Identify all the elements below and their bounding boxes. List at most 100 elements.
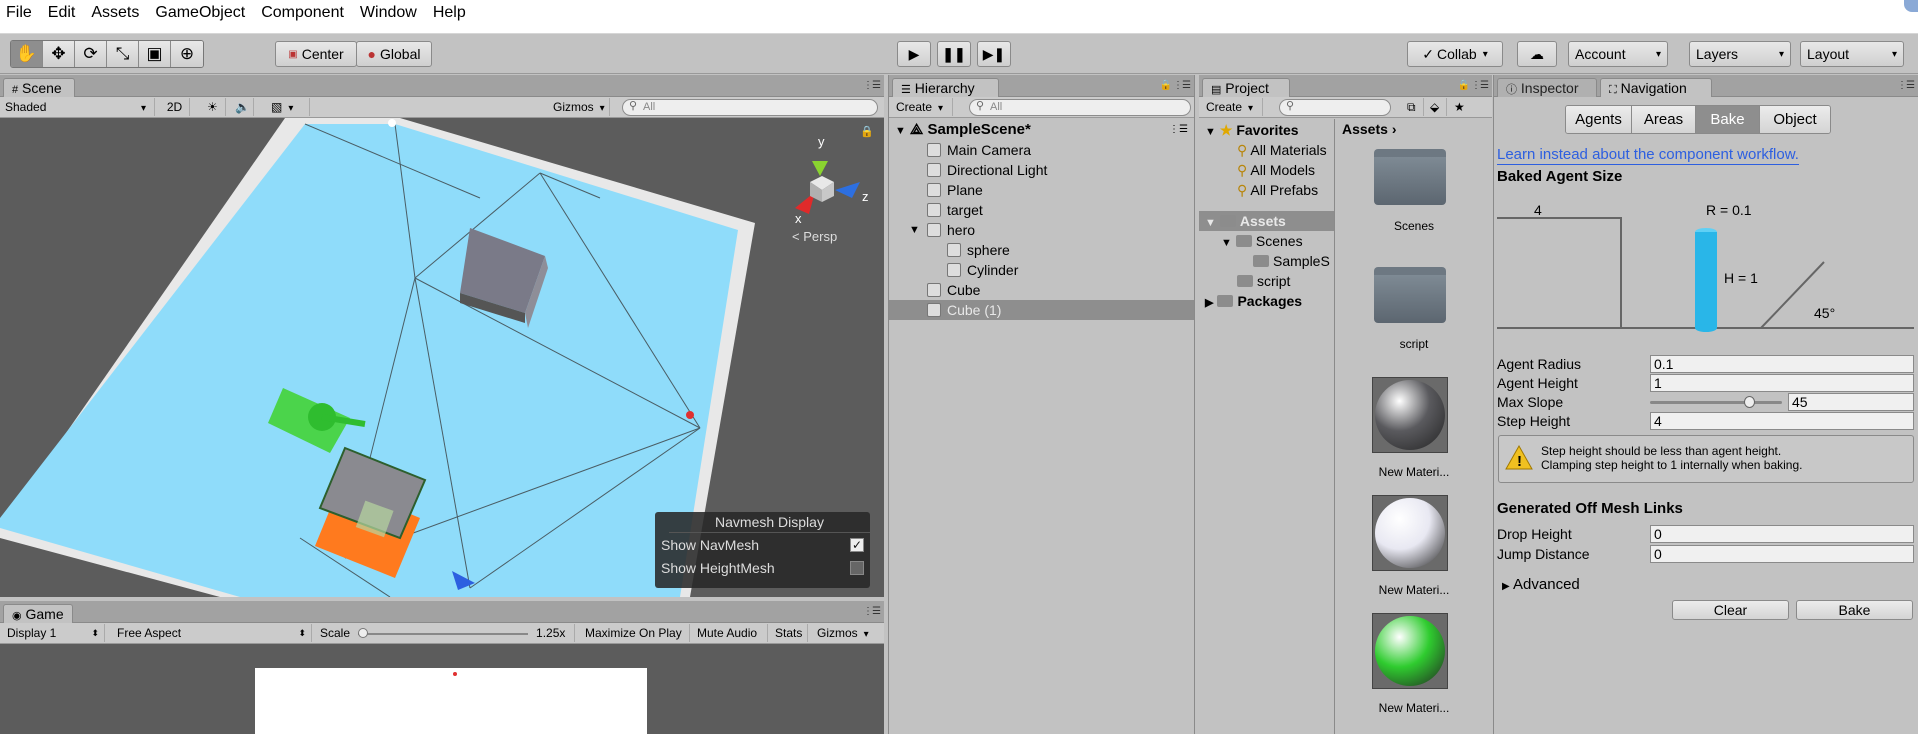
hierarchy-item[interactable]: target	[889, 200, 1194, 220]
lighting-icon[interactable]: ☀	[202, 98, 226, 116]
field-input[interactable]: 4	[1650, 412, 1914, 430]
nav-tab-agents[interactable]: Agents	[1566, 106, 1632, 133]
fav-all-materials[interactable]: ⚲ All Materials	[1199, 140, 1334, 160]
menu-help[interactable]: Help	[425, 0, 474, 26]
hierarchy-item[interactable]: Main Camera	[889, 140, 1194, 160]
scale-thumb[interactable]	[358, 627, 369, 638]
asset-tile[interactable]: New Materi...	[1336, 377, 1492, 491]
scene-menu-icon[interactable]: ⋮☰	[1169, 120, 1188, 140]
tree-packages[interactable]: ▶ Packages	[1199, 291, 1334, 311]
audio-icon[interactable]: 🔈	[230, 98, 254, 116]
tree-scenes[interactable]: ▼ Scenes	[1199, 231, 1334, 251]
stats-toggle[interactable]: Stats	[770, 624, 808, 642]
hierarchy-item[interactable]: Cube (1)	[889, 300, 1194, 320]
step-button[interactable]: ▶❚	[977, 41, 1011, 67]
project-panel-menu-icon[interactable]: 🔒 ⋮☰	[1458, 80, 1489, 91]
hierarchy-item[interactable]: ▼ hero	[889, 220, 1194, 240]
scale-tool-icon[interactable]: ⤡	[107, 41, 139, 67]
layout-dropdown[interactable]: Layout	[1800, 41, 1904, 67]
menu-assets[interactable]: Assets	[83, 0, 147, 26]
show-heightmesh-checkbox[interactable]	[850, 561, 864, 575]
advanced-foldout[interactable]: ▶ Advanced	[1502, 576, 1580, 593]
lock-icon[interactable]: 🔒	[860, 125, 874, 138]
filter-type-icon[interactable]: ⧉	[1402, 98, 1424, 116]
hierarchy-search-input[interactable]: All	[969, 99, 1191, 116]
panel-menu-icon[interactable]: ⋮☰	[863, 80, 881, 91]
asset-tile[interactable]: New Materi...	[1336, 613, 1492, 727]
scene-root[interactable]: ▼ ⟁ SampleScene* ⋮☰	[889, 120, 1194, 140]
tab-inspector[interactable]: ⓘ Inspector	[1497, 78, 1597, 97]
inspector-panel-menu-icon[interactable]: ⋮☰	[1897, 80, 1915, 91]
menu-gameobject[interactable]: GameObject	[147, 0, 253, 26]
show-navmesh-checkbox[interactable]: ✓	[850, 538, 864, 552]
asset-tile[interactable]: New Materi...	[1336, 495, 1492, 609]
shading-dropdown[interactable]: Shaded	[0, 98, 155, 116]
menu-window[interactable]: Window	[352, 0, 425, 26]
nav-tab-areas[interactable]: Areas	[1632, 106, 1696, 133]
hand-tool-icon[interactable]: ✋	[11, 41, 43, 67]
favorites-header[interactable]: ▼ ★ Favorites	[1199, 120, 1334, 140]
account-dropdown[interactable]: Account	[1568, 41, 1668, 67]
game-view[interactable]	[255, 668, 647, 734]
field-input[interactable]: 1	[1650, 374, 1914, 392]
hierarchy-item[interactable]: Cube	[889, 280, 1194, 300]
nav-tab-bake[interactable]: Bake	[1696, 106, 1760, 133]
effects-icon[interactable]: ▧	[266, 98, 310, 116]
field-input[interactable]: 0	[1650, 545, 1914, 563]
tab-scene[interactable]: # Scene	[3, 78, 75, 97]
hierarchy-create-dropdown[interactable]: Create	[891, 98, 953, 116]
collab-dropdown[interactable]: ✓ Collab	[1407, 41, 1503, 67]
game-panel-menu-icon[interactable]: ⋮☰	[863, 606, 881, 617]
menu-file[interactable]: File	[0, 0, 40, 26]
tree-samplescene[interactable]: SampleS	[1199, 251, 1334, 271]
window-control[interactable]	[1904, 0, 1918, 12]
nav-tab-object[interactable]: Object	[1760, 106, 1830, 133]
tab-hierarchy[interactable]: ☰ Hierarchy	[892, 78, 999, 97]
filter-label-icon[interactable]: ⬙	[1425, 98, 1447, 116]
display-dropdown[interactable]: Display 1 ⬍	[2, 624, 105, 642]
component-workflow-link[interactable]: Learn instead about the component workfl…	[1497, 146, 1799, 165]
project-search-input[interactable]	[1279, 99, 1391, 116]
field-input[interactable]: 0	[1650, 525, 1914, 543]
space-toggle[interactable]: ● Global	[356, 41, 432, 67]
cloud-button[interactable]: ☁	[1517, 41, 1557, 67]
pivot-toggle[interactable]: ▣ Center	[275, 41, 357, 67]
scale-slider[interactable]: Scale 1.25x	[315, 624, 575, 642]
assets-breadcrumb[interactable]: Assets ›	[1336, 119, 1492, 139]
asset-tile[interactable]: Scenes	[1336, 145, 1492, 255]
play-button[interactable]: ▶	[897, 41, 931, 67]
target-marker[interactable]	[686, 411, 694, 419]
tree-assets[interactable]: ▼ Assets	[1199, 211, 1334, 231]
move-tool-icon[interactable]: ✥	[43, 41, 75, 67]
persp-label[interactable]: < Persp	[792, 229, 837, 244]
hierarchy-item[interactable]: Directional Light	[889, 160, 1194, 180]
scene-search-input[interactable]: All	[622, 99, 878, 116]
rect-tool-icon[interactable]: ▣	[139, 41, 171, 67]
hierarchy-item[interactable]: sphere	[889, 240, 1194, 260]
menu-component[interactable]: Component	[253, 0, 352, 26]
aspect-dropdown[interactable]: Free Aspect ⬍	[112, 624, 312, 642]
game-gizmos-dropdown[interactable]: Gizmos	[812, 624, 882, 642]
slider-thumb[interactable]	[1744, 396, 1755, 408]
tab-project[interactable]: ▤ Project	[1202, 78, 1290, 97]
maximize-on-play-toggle[interactable]: Maximize On Play	[580, 624, 690, 642]
hierarchy-item[interactable]: Plane	[889, 180, 1194, 200]
2d-toggle[interactable]: 2D	[160, 98, 190, 116]
field-input[interactable]: 0.1	[1650, 355, 1914, 373]
transform-tool-icon[interactable]: ⊕	[171, 41, 203, 67]
hierarchy-item[interactable]: Cylinder	[889, 260, 1194, 280]
hierarchy-panel-menu-icon[interactable]: 🔒 ⋮☰	[1160, 80, 1191, 91]
max-slope-slider[interactable]	[1650, 396, 1782, 408]
layers-dropdown[interactable]: Layers	[1689, 41, 1791, 67]
tab-game[interactable]: ◉ Game	[3, 604, 73, 623]
clear-button[interactable]: Clear	[1672, 600, 1789, 620]
tree-script[interactable]: script	[1199, 271, 1334, 291]
mute-audio-toggle[interactable]: Mute Audio	[692, 624, 768, 642]
gizmos-dropdown[interactable]: Gizmos	[548, 98, 610, 116]
menu-edit[interactable]: Edit	[40, 0, 84, 26]
tab-navigation[interactable]: ⛶ Navigation	[1600, 78, 1712, 97]
pause-button[interactable]: ❚❚	[937, 41, 971, 67]
fav-all-prefabs[interactable]: ⚲ All Prefabs	[1199, 180, 1334, 200]
rotate-tool-icon[interactable]: ⟳	[75, 41, 107, 67]
bake-button[interactable]: Bake	[1796, 600, 1913, 620]
